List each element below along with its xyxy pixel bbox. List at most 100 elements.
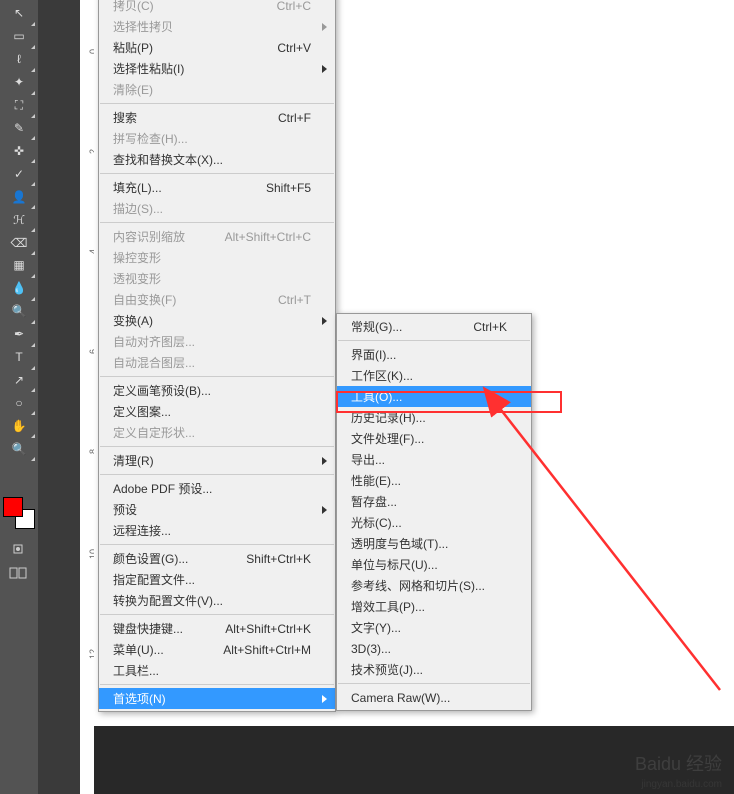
menu-separator: [100, 474, 334, 475]
menu-item[interactable]: 参考线、网格和切片(S)...: [337, 575, 531, 596]
submenu-arrow-icon: [322, 317, 327, 325]
menu-item: 自动混合图层...: [99, 352, 335, 373]
quickmask-icon[interactable]: [8, 542, 30, 558]
menu-item[interactable]: 指定配置文件...: [99, 569, 335, 590]
menu-item[interactable]: 搜索 Ctrl+F: [99, 107, 335, 128]
submenu-arrow-icon: [322, 23, 327, 31]
marquee-tool[interactable]: ▭: [7, 26, 31, 47]
menu-item-label: 定义画笔预设(B)...: [113, 382, 211, 399]
menu-item[interactable]: 暂存盘...: [337, 491, 531, 512]
menu-item-label: 参考线、网格和切片(S)...: [351, 577, 485, 594]
path-tool[interactable]: ↗: [7, 370, 31, 391]
history-brush-tool[interactable]: ℋ: [7, 209, 31, 230]
blur-tool[interactable]: 💧: [7, 278, 31, 299]
menu-item-label: 历史记录(H)...: [351, 409, 426, 426]
zoom-tool[interactable]: 🔍: [7, 438, 31, 459]
menu-item-label: 工具(O)...: [351, 388, 402, 405]
menu-item[interactable]: 选择性粘贴(I): [99, 58, 335, 79]
screenmode-icon[interactable]: [8, 566, 30, 582]
menu-item[interactable]: 常规(G)...Ctrl+K: [337, 316, 531, 337]
menu-item-shortcut: Alt+Shift+Ctrl+C: [225, 230, 311, 244]
menu-item-label: 界面(I)...: [351, 346, 396, 363]
menu-item-label: 预设: [113, 501, 137, 518]
menu-item-label: 描边(S)...: [113, 200, 163, 217]
menu-item-label: 清除(E): [113, 81, 153, 98]
dodge-tool[interactable]: 🔍: [7, 301, 31, 322]
menu-separator: [100, 222, 334, 223]
menu-item[interactable]: 清理(R): [99, 450, 335, 471]
menu-item[interactable]: 菜单(U)...Alt+Shift+Ctrl+M: [99, 639, 335, 660]
menu-item: 清除(E): [99, 79, 335, 100]
menu-item[interactable]: Camera Raw(W)...: [337, 687, 531, 708]
menu-item[interactable]: 光标(C)...: [337, 512, 531, 533]
menu-item-label: 转换为配置文件(V)...: [113, 592, 223, 609]
menu-item[interactable]: 转换为配置文件(V)...: [99, 590, 335, 611]
menu-item[interactable]: 填充(L)...Shift+F5: [99, 177, 335, 198]
menu-item-shortcut: Shift+Ctrl+K: [246, 552, 311, 566]
type-tool[interactable]: T: [7, 347, 31, 368]
menu-item[interactable]: 工具栏...: [99, 660, 335, 681]
menu-item[interactable]: 性能(E)...: [337, 470, 531, 491]
menu-item[interactable]: 颜色设置(G)...Shift+Ctrl+K: [99, 548, 335, 569]
foreground-color-swatch[interactable]: [3, 497, 23, 517]
hand-tool[interactable]: ✋: [7, 415, 31, 436]
menu-item-shortcut: Ctrl+F: [278, 111, 311, 125]
menu-item[interactable]: 文字(Y)...: [337, 617, 531, 638]
menu-item-label: 定义自定形状...: [113, 424, 195, 441]
menu-item[interactable]: 粘贴(P)Ctrl+V: [99, 37, 335, 58]
menu-item[interactable]: 键盘快捷键...Alt+Shift+Ctrl+K: [99, 618, 335, 639]
preferences-submenu[interactable]: 常规(G)...Ctrl+K 界面(I)... 工作区(K)... 工具(O)... 历…: [336, 313, 532, 711]
menu-separator: [100, 173, 334, 174]
menu-item-label: Camera Raw(W)...: [351, 691, 450, 705]
menu-item-label: 自动对齐图层...: [113, 333, 195, 350]
menu-item-shortcut: Shift+F5: [266, 181, 311, 195]
crop-tool[interactable]: ⛶: [7, 95, 31, 116]
stamp-tool[interactable]: 👤: [7, 186, 31, 207]
menu-separator: [338, 340, 530, 341]
menu-item[interactable]: 查找和替换文本(X)...: [99, 149, 335, 170]
menu-separator: [100, 446, 334, 447]
menu-item[interactable]: 导出...: [337, 449, 531, 470]
menu-item-label: 查找和替换文本(X)...: [113, 151, 223, 168]
submenu-arrow-icon: [322, 65, 327, 73]
menu-item-label: 指定配置文件...: [113, 571, 195, 588]
menu-item[interactable]: 远程连接...: [99, 520, 335, 541]
move-tool[interactable]: ↖: [7, 3, 31, 24]
menu-item[interactable]: 工作区(K)...: [337, 365, 531, 386]
menu-item[interactable]: 界面(I)...: [337, 344, 531, 365]
shape-tool[interactable]: ○: [7, 392, 31, 413]
tools-panel: ↖▭ℓ✦⛶✎✜✓👤ℋ⌫▦💧🔍✒T↗○✋🔍: [0, 0, 38, 460]
healing-tool[interactable]: ✜: [7, 140, 31, 161]
submenu-arrow-icon: [322, 457, 327, 465]
menu-item[interactable]: 文件处理(F)...: [337, 428, 531, 449]
menu-item[interactable]: 定义画笔预设(B)...: [99, 380, 335, 401]
edit-menu[interactable]: 拷贝(C)Ctrl+C选择性拷贝粘贴(P)Ctrl+V选择性粘贴(I)清除(E)…: [98, 0, 336, 712]
pen-tool[interactable]: ✒: [7, 324, 31, 345]
menu-item[interactable]: 定义图案...: [99, 401, 335, 422]
eraser-tool[interactable]: ⌫: [7, 232, 31, 253]
menu-item[interactable]: 变换(A): [99, 310, 335, 331]
menu-item[interactable]: 单位与标尺(U)...: [337, 554, 531, 575]
menu-item[interactable]: 透明度与色域(T)...: [337, 533, 531, 554]
brush-tool[interactable]: ✓: [7, 163, 31, 184]
gradient-tool[interactable]: ▦: [7, 255, 31, 276]
menu-item[interactable]: 增效工具(P)...: [337, 596, 531, 617]
menu-item[interactable]: 首选项(N): [99, 688, 335, 709]
wand-tool[interactable]: ✦: [7, 72, 31, 93]
menu-item[interactable]: Adobe PDF 预设...: [99, 478, 335, 499]
menu-item-label: 性能(E)...: [351, 472, 401, 489]
eyedropper-tool[interactable]: ✎: [7, 118, 31, 139]
lasso-tool[interactable]: ℓ: [7, 49, 31, 70]
menu-item-label: 自动混合图层...: [113, 354, 195, 371]
submenu-arrow-icon: [322, 695, 327, 703]
menu-item[interactable]: 历史记录(H)...: [337, 407, 531, 428]
menu-item-label: 文字(Y)...: [351, 619, 401, 636]
menu-item[interactable]: 预设: [99, 499, 335, 520]
menu-separator: [100, 614, 334, 615]
menu-item[interactable]: 工具(O)...: [337, 386, 531, 407]
menu-item-label: 搜索: [113, 109, 137, 126]
menu-item-label: 导出...: [351, 451, 385, 468]
menu-item[interactable]: 3D(3)...: [337, 638, 531, 659]
menu-item-label: 选择性拷贝: [113, 18, 173, 35]
menu-item[interactable]: 技术预览(J)...: [337, 659, 531, 680]
